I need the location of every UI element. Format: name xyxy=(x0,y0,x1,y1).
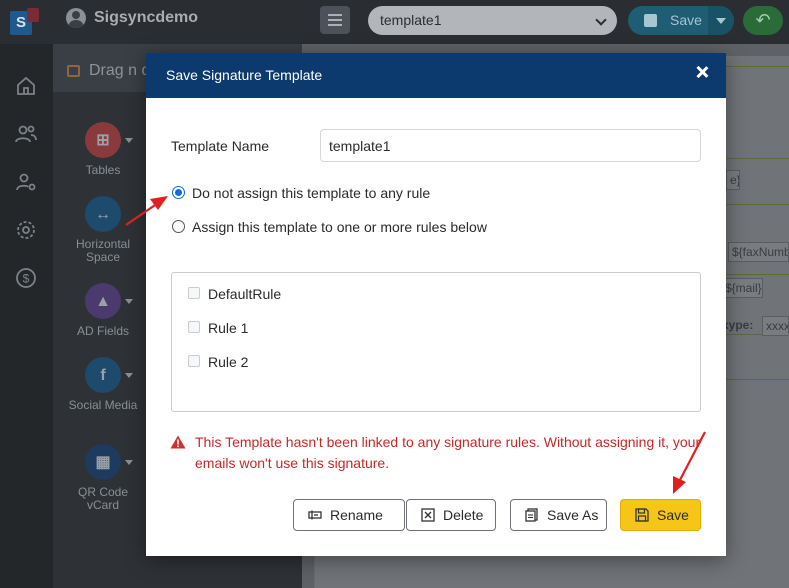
horizontal-space-icon: ↔ xyxy=(85,196,121,232)
chevron-down-icon xyxy=(595,14,607,26)
delete-icon xyxy=(421,508,435,522)
canvas-chip: ${faxNumb xyxy=(728,242,789,262)
top-bar: S Sigsyncdemo template1 Save ↶ xyxy=(0,0,789,44)
warning-message: This Template hasn't been linked to any … xyxy=(195,434,701,471)
radio-no-rule[interactable] xyxy=(172,186,185,199)
rule-checkbox-rule-2[interactable] xyxy=(188,355,200,367)
app-title: Sigsyncdemo xyxy=(94,9,199,26)
rule-checkbox-rule-1[interactable] xyxy=(188,321,200,333)
tool-qr-code[interactable]: ▦ QR Code vCard xyxy=(63,444,143,512)
dollar-icon[interactable]: $ xyxy=(14,266,40,290)
rules-list: DefaultRule Rule 1 Rule 2 xyxy=(171,272,701,412)
users-icon[interactable] xyxy=(14,122,40,146)
dialog-title: Save Signature Template xyxy=(166,67,323,83)
canvas-chip: e} xyxy=(726,170,740,190)
rename-icon xyxy=(308,510,322,520)
facebook-icon: f xyxy=(85,357,121,393)
floppy-disk-icon xyxy=(635,508,649,522)
save-button[interactable]: Save xyxy=(620,499,701,531)
qr-code-icon: ▦ xyxy=(85,444,121,480)
undo-button[interactable]: ↶ xyxy=(743,6,783,35)
tool-social-media[interactable]: f Social Media xyxy=(63,357,143,412)
rule-label: Rule 2 xyxy=(208,354,249,370)
rename-button[interactable]: Rename xyxy=(293,499,405,531)
template-select[interactable]: template1 xyxy=(368,6,617,35)
app-logo: S xyxy=(10,8,42,36)
radio-assign-rules-label[interactable]: Assign this template to one or more rule… xyxy=(192,219,487,235)
hamburger-menu-icon[interactable] xyxy=(320,6,350,34)
rule-label: DefaultRule xyxy=(208,286,282,302)
save-template-dialog: Save Signature Template Template Name Do… xyxy=(146,53,726,556)
template-name-input[interactable] xyxy=(320,129,701,162)
canvas-chip: ${mail} xyxy=(721,278,763,298)
canvas-chip: xxxx xyxy=(762,316,789,336)
close-icon[interactable] xyxy=(694,64,710,80)
tool-horizontal-space[interactable]: ↔ Horizontal Space xyxy=(63,196,143,264)
rule-checkbox-defaultrule[interactable] xyxy=(188,287,200,299)
tool-ad-fields[interactable]: ▲ AD Fields xyxy=(63,283,143,338)
delete-button[interactable]: Delete xyxy=(406,499,496,531)
left-nav: $ xyxy=(0,44,53,588)
user-avatar-icon xyxy=(66,8,86,28)
user-settings-icon[interactable] xyxy=(14,170,40,194)
copy-icon xyxy=(525,508,538,522)
radio-assign-rules[interactable] xyxy=(172,220,185,233)
tool-tables[interactable]: ⊞ Tables xyxy=(63,122,143,177)
svg-text:$: $ xyxy=(23,272,30,286)
azure-icon: ▲ xyxy=(85,283,121,319)
save-as-button[interactable]: Save As xyxy=(510,499,607,531)
template-name-label: Template Name xyxy=(171,138,270,154)
rule-label: Rule 1 xyxy=(208,320,249,336)
gear-icon[interactable] xyxy=(14,218,40,242)
user-area[interactable]: Sigsyncdemo xyxy=(66,8,198,28)
drag-icon xyxy=(67,65,80,77)
warning-icon xyxy=(170,435,186,449)
toolbar-save-button[interactable]: Save xyxy=(628,6,734,35)
home-icon[interactable] xyxy=(14,74,40,98)
floppy-disk-icon xyxy=(644,14,657,27)
dialog-header: Save Signature Template xyxy=(146,53,726,98)
save-dropdown-toggle[interactable] xyxy=(708,6,734,35)
radio-no-rule-label[interactable]: Do not assign this template to any rule xyxy=(192,185,430,201)
table-icon: ⊞ xyxy=(85,122,121,158)
